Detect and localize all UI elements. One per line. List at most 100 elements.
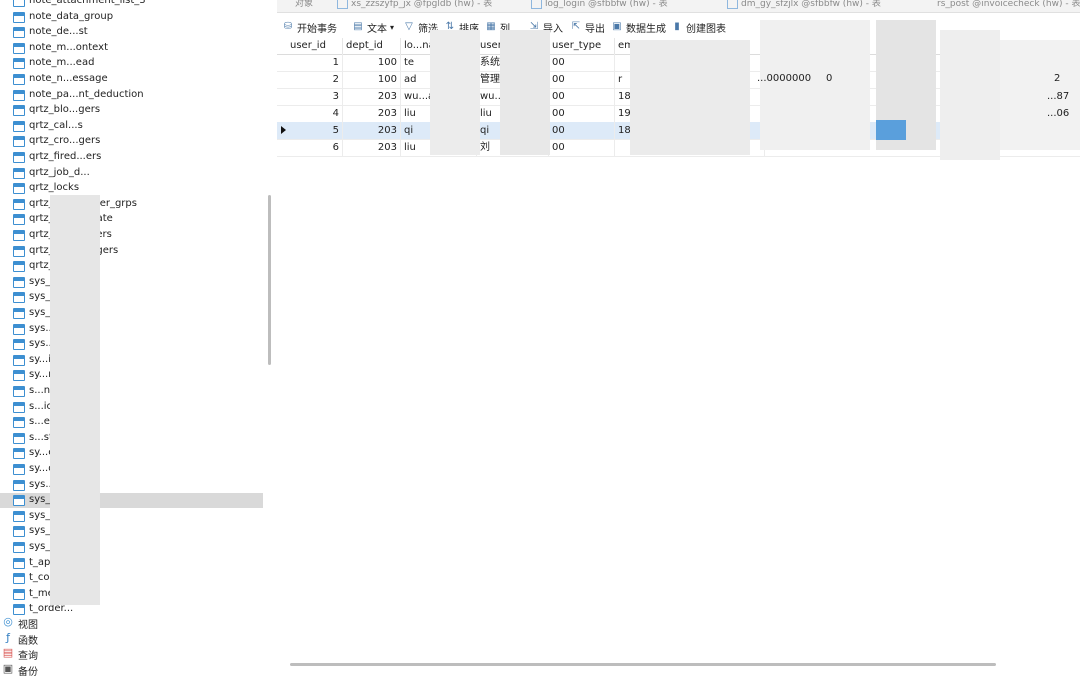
- sidebar-table-item[interactable]: s...ice: [0, 400, 263, 415]
- table-cell-user-id[interactable]: 6: [287, 139, 343, 156]
- transaction-icon: ⛁: [283, 21, 293, 32]
- sidebar-table-item[interactable]: sys_u...: [0, 540, 263, 555]
- sidebar-table-item[interactable]: qrtz_cro...gers: [0, 134, 263, 149]
- column-header-user-type[interactable]: user_type: [549, 38, 615, 54]
- sidebar-table-item[interactable]: t_com...fo: [0, 571, 263, 586]
- table-cell-user-type[interactable]: 00: [549, 105, 615, 122]
- grid-horizontal-scrollbar[interactable]: [290, 663, 996, 666]
- table-icon: [13, 105, 25, 117]
- sidebar-table-item[interactable]: sys_co...: [0, 275, 263, 290]
- sidebar-category-item[interactable]: ▤ 查询: [0, 646, 263, 663]
- data-generation-button[interactable]: ▣ 数据生成: [611, 19, 666, 35]
- sidebar-table-item[interactable]: note_attachment_list_3: [0, 0, 263, 9]
- sidebar-table-item[interactable]: sys...: [0, 337, 263, 352]
- sidebar-table-item[interactable]: sys_u...: [0, 524, 263, 539]
- sidebar-table-item[interactable]: sy...d: [0, 462, 263, 477]
- sidebar-table-item[interactable]: qrtz_tri...: [0, 259, 263, 274]
- grid-value-fragment: ...06: [1047, 108, 1070, 119]
- sidebar-table-item[interactable]: qrtz_simp...iggers: [0, 244, 263, 259]
- sidebar-table-item[interactable]: note_n...essage: [0, 72, 263, 87]
- sidebar-table-item[interactable]: qrtz_locks: [0, 181, 263, 196]
- table-cell-user-type[interactable]: 00: [549, 122, 615, 139]
- table-cell-user-type[interactable]: 00: [549, 88, 615, 105]
- sidebar-table-item[interactable]: sys_d...: [0, 290, 263, 305]
- sidebar-table-item[interactable]: sys_...: [0, 493, 263, 509]
- column-header-user-id[interactable]: user_id: [287, 38, 343, 54]
- sidebar-table-item[interactable]: t_merc...: [0, 587, 263, 602]
- sidebar-table-item[interactable]: note_de...st: [0, 25, 263, 40]
- sidebar-table-label: qrtz_cro...gers: [29, 135, 101, 147]
- table-cell-user-id[interactable]: 3: [287, 88, 343, 105]
- sidebar-category-item[interactable]: ◎ 视图: [0, 615, 263, 632]
- tab-xs-zzszyfp-jx[interactable]: xs_zzszyfp_jx @fpgldb (hw) - 表: [337, 0, 492, 10]
- sidebar-table-item[interactable]: qrtz_job_d...: [0, 166, 263, 181]
- table-icon: [13, 354, 25, 366]
- obscured-region: [940, 30, 1000, 160]
- sidebar-table-item[interactable]: qrtz_simpl...gers: [0, 228, 263, 243]
- tab-rs-post[interactable]: rs_post @invoicecheck (hw) - 表: [937, 0, 1080, 10]
- table-cell-user-id[interactable]: 5: [287, 122, 343, 139]
- sidebar-table-item[interactable]: s...st: [0, 431, 263, 446]
- table-icon: [13, 401, 25, 413]
- table-icon: [13, 339, 25, 351]
- sidebar-table-item[interactable]: qrtz_fired...ers: [0, 150, 263, 165]
- sidebar-table-item[interactable]: sys_...: [0, 306, 263, 321]
- sidebar-table-item[interactable]: note_m...ontext: [0, 41, 263, 56]
- tab-log-login[interactable]: log_login @sfbbfw (hw) - 表: [531, 0, 668, 10]
- table-icon: [13, 245, 25, 257]
- sidebar-table-item[interactable]: qrtz_blo...gers: [0, 103, 263, 118]
- table-cell-dept-id[interactable]: 100: [343, 71, 401, 88]
- table-cell-user-id[interactable]: 4: [287, 105, 343, 122]
- sidebar-table-item[interactable]: sy...e: [0, 446, 263, 461]
- sidebar-table-item[interactable]: note_pa...nt_deduction: [0, 88, 263, 103]
- sidebar-table-item[interactable]: note_data_group: [0, 10, 263, 25]
- sidebar-table-label: t_order...: [29, 603, 74, 615]
- table-icon: [13, 417, 25, 429]
- sidebar-table-label: note_m...ead: [29, 57, 95, 69]
- table-icon: [13, 42, 25, 54]
- sidebar-table-label: note_data_group: [29, 10, 114, 22]
- table-cell-dept-id[interactable]: 203: [343, 88, 401, 105]
- text-button[interactable]: ▤ 文本 ▾: [352, 19, 394, 35]
- sidebar-table-item[interactable]: sys_...: [0, 509, 263, 524]
- sidebar-table-item[interactable]: t_api_...: [0, 556, 263, 571]
- table-icon: [13, 74, 25, 85]
- sidebar-category-item[interactable]: ▣ 备份: [0, 662, 263, 678]
- table-cell-user-id[interactable]: 2: [287, 71, 343, 88]
- sidebar-table-item[interactable]: s...er_l: [0, 415, 263, 430]
- sidebar-table-label: note_pa...nt_deduction: [29, 88, 144, 100]
- sidebar-table-item[interactable]: qrtz_sched...tate: [0, 212, 263, 227]
- tab-objects[interactable]: 对象: [295, 0, 313, 10]
- table-icon: [13, 557, 25, 569]
- table-cell-user-id[interactable]: 1: [287, 54, 343, 71]
- export-button[interactable]: ⇱ 导出: [570, 19, 605, 35]
- table-icon: [13, 432, 25, 444]
- sidebar-table-item[interactable]: note_m...ead: [0, 56, 263, 71]
- sidebar-table-label: qrtz_blo...gers: [29, 104, 101, 116]
- sidebar-scrollbar[interactable]: [268, 195, 271, 365]
- sidebar-table-item[interactable]: sys...m: [0, 478, 263, 493]
- column-header-dept-id[interactable]: dept_id: [343, 38, 401, 54]
- table-cell-dept-id[interactable]: 203: [343, 122, 401, 139]
- sidebar-category-item[interactable]: ƒ 函数: [0, 631, 263, 647]
- table-cell-user-type[interactable]: 00: [549, 139, 615, 156]
- table-cell-dept-id[interactable]: 100: [343, 54, 401, 71]
- table-icon: [13, 89, 25, 101]
- table-cell-dept-id[interactable]: 203: [343, 139, 401, 156]
- table-icon: [13, 136, 25, 148]
- sidebar-table-item[interactable]: sys...y: [0, 322, 263, 337]
- export-icon: ⇱: [571, 21, 581, 32]
- obscured-region: [630, 40, 750, 155]
- sidebar-table-item[interactable]: sy...nir: [0, 368, 263, 383]
- table-cell-user-type[interactable]: 00: [549, 54, 615, 71]
- table-icon: [531, 0, 542, 9]
- table-cell-dept-id[interactable]: 203: [343, 105, 401, 122]
- begin-transaction-button[interactable]: ⛁ 开始事务: [282, 19, 337, 35]
- table-cell-user-type[interactable]: 00: [549, 71, 615, 88]
- sidebar-table-item[interactable]: s...nu: [0, 384, 263, 399]
- create-chart-button[interactable]: ▮ 创建图表: [671, 19, 726, 35]
- sidebar-table-item[interactable]: qrtz_pause...ger_grps: [0, 197, 263, 212]
- tab-dm-gy-sfzjlx[interactable]: dm_gy_sfzjlx @sfbbfw (hw) - 表: [727, 0, 881, 10]
- sidebar-table-item[interactable]: qrtz_cal...s: [0, 119, 263, 134]
- sidebar-table-item[interactable]: sy...io: [0, 353, 263, 368]
